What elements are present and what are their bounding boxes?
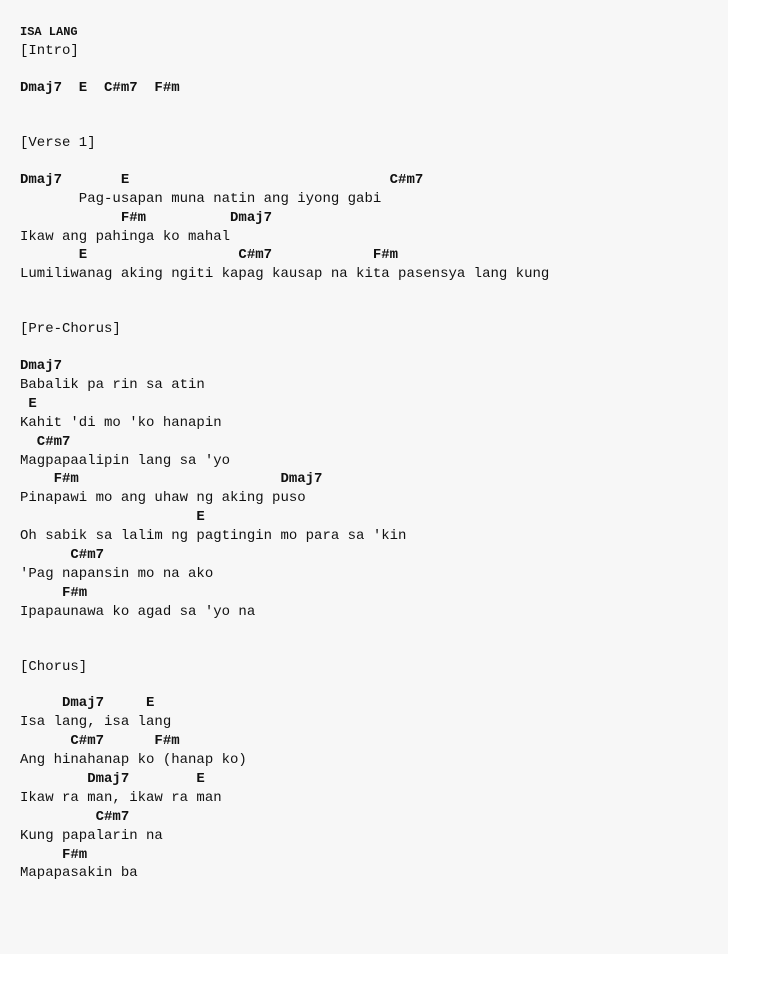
chorus-chords-5: F#m <box>20 846 708 865</box>
prechorus-chords-4: F#m Dmaj7 <box>20 470 708 489</box>
prechorus-lyric-4: Pinapawi mo ang uhaw ng aking puso <box>20 489 708 508</box>
intro-chords: Dmaj7 E C#m7 F#m <box>20 79 708 98</box>
verse1-lyric-2: Ikaw ang pahinga ko mahal <box>20 228 708 247</box>
chorus-chords-2: C#m7 F#m <box>20 732 708 751</box>
prechorus-chords-2: E <box>20 395 708 414</box>
verse1-lyric-1: Pag-usapan muna natin ang iyong gabi <box>20 190 708 209</box>
chord-sheet-page: ISA LANG [Intro] Dmaj7 E C#m7 F#m [Verse… <box>0 0 728 954</box>
verse1-chords-1: Dmaj7 E C#m7 <box>20 171 708 190</box>
prechorus-lyric-1: Babalik pa rin sa atin <box>20 376 708 395</box>
verse1-label: [Verse 1] <box>20 134 708 153</box>
chorus-lyric-1: Isa lang, isa lang <box>20 713 708 732</box>
chorus-chords-4: C#m7 <box>20 808 708 827</box>
chorus-label: [Chorus] <box>20 658 708 677</box>
chorus-chords-3: Dmaj7 E <box>20 770 708 789</box>
prechorus-chords-3: C#m7 <box>20 433 708 452</box>
prechorus-chords-1: Dmaj7 <box>20 357 708 376</box>
verse1-chords-3: E C#m7 F#m <box>20 246 708 265</box>
chorus-chords-1: Dmaj7 E <box>20 694 708 713</box>
chorus-lyric-5: Mapapasakin ba <box>20 864 708 883</box>
prechorus-chords-5: E <box>20 508 708 527</box>
prechorus-lyric-2: Kahit 'di mo 'ko hanapin <box>20 414 708 433</box>
verse1-chords-2: F#m Dmaj7 <box>20 209 708 228</box>
prechorus-lyric-5: Oh sabik sa lalim ng pagtingin mo para s… <box>20 527 708 546</box>
prechorus-label: [Pre-Chorus] <box>20 320 708 339</box>
chorus-lyric-4: Kung papalarin na <box>20 827 708 846</box>
prechorus-lyric-7: Ipapaunawa ko agad sa 'yo na <box>20 603 708 622</box>
chorus-lyric-2: Ang hinahanap ko (hanap ko) <box>20 751 708 770</box>
intro-label: [Intro] <box>20 42 708 61</box>
prechorus-lyric-3: Magpapaalipin lang sa 'yo <box>20 452 708 471</box>
song-title: ISA LANG <box>20 24 708 40</box>
prechorus-lyric-6: 'Pag napansin mo na ako <box>20 565 708 584</box>
prechorus-chords-6: C#m7 <box>20 546 708 565</box>
prechorus-chords-7: F#m <box>20 584 708 603</box>
chorus-lyric-3: Ikaw ra man, ikaw ra man <box>20 789 708 808</box>
verse1-lyric-3: Lumiliwanag aking ngiti kapag kausap na … <box>20 265 708 284</box>
